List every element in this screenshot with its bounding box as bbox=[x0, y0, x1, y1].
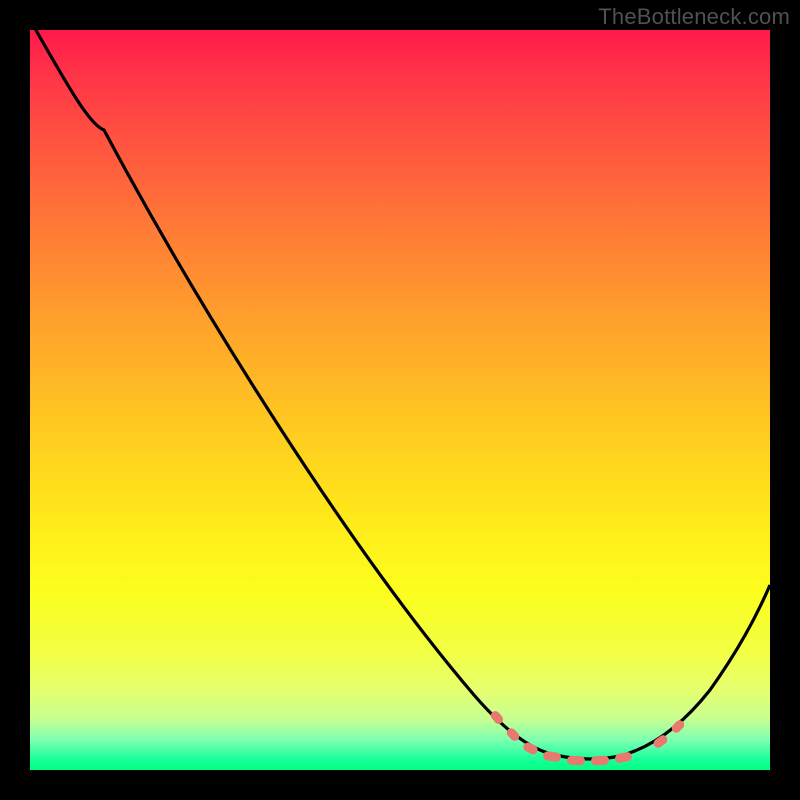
curve-path bbox=[33, 25, 770, 759]
watermark-text: TheBottleneck.com bbox=[598, 4, 790, 30]
bottleneck-curve bbox=[30, 30, 770, 770]
marker-dash bbox=[567, 756, 585, 766]
plot-area bbox=[30, 30, 770, 770]
marker-dash bbox=[591, 756, 609, 766]
chart-container: TheBottleneck.com bbox=[0, 0, 800, 800]
